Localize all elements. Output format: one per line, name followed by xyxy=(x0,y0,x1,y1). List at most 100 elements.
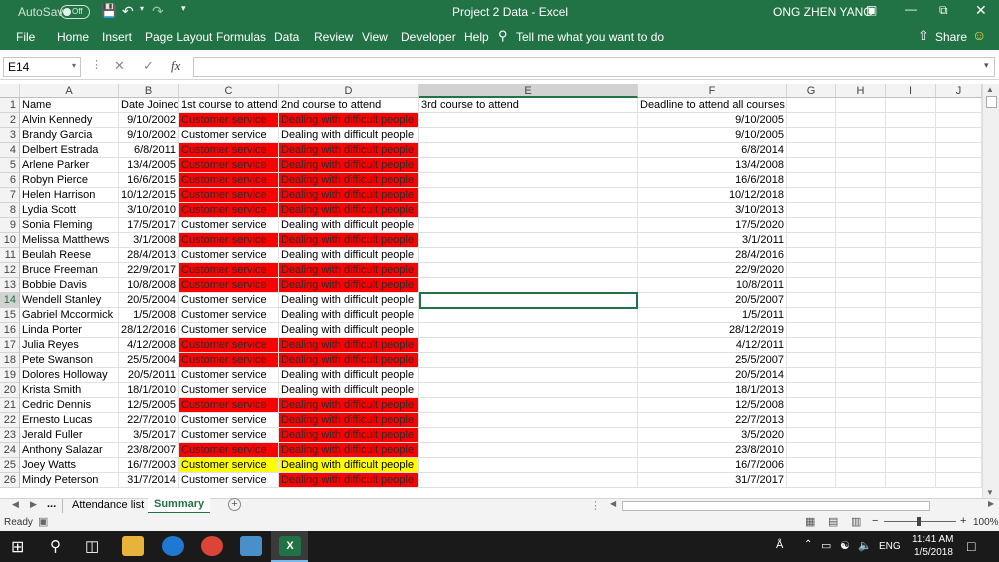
tab-developer[interactable]: Developer xyxy=(401,30,456,44)
cell-C6[interactable]: Customer service xyxy=(179,173,279,188)
cell-E25[interactable] xyxy=(419,458,638,473)
cell-F10[interactable]: 3/1/2011 xyxy=(638,233,787,248)
insert-function-button[interactable]: fx xyxy=(171,58,180,74)
cell-A3[interactable]: Brandy Garcia xyxy=(20,128,119,143)
cell-B4[interactable]: 6/8/2011 xyxy=(119,143,179,158)
cell-J4[interactable] xyxy=(936,143,982,158)
cell-H7[interactable] xyxy=(836,188,886,203)
cell-H22[interactable] xyxy=(836,413,886,428)
clock-time[interactable]: 11:41 AM xyxy=(912,534,954,545)
cell-F18[interactable]: 25/5/2007 xyxy=(638,353,787,368)
row-header-6[interactable]: 6 xyxy=(0,173,20,188)
cell-C14[interactable]: Customer service xyxy=(179,293,279,308)
search-icon[interactable]: ⚲ xyxy=(50,537,61,555)
cell-C25[interactable]: Customer service xyxy=(179,458,279,473)
cell-G14[interactable] xyxy=(787,293,836,308)
cell-A1[interactable]: Name xyxy=(20,98,119,113)
prev-sheet-icon[interactable]: ◀ xyxy=(12,499,19,510)
cell-D4[interactable]: Dealing with difficult people xyxy=(279,143,419,158)
cell-G16[interactable] xyxy=(787,323,836,338)
cell-F17[interactable]: 4/12/2011 xyxy=(638,338,787,353)
cell-F13[interactable]: 10/8/2011 xyxy=(638,278,787,293)
tab-data[interactable]: Data xyxy=(274,30,299,44)
cell-G2[interactable] xyxy=(787,113,836,128)
cell-G15[interactable] xyxy=(787,308,836,323)
row-header-14[interactable]: 14 xyxy=(0,293,20,308)
cell-F12[interactable]: 22/9/2020 xyxy=(638,263,787,278)
excel-taskbar-button[interactable]: X xyxy=(271,531,308,562)
cell-D19[interactable]: Dealing with difficult people xyxy=(279,368,419,383)
cell-F9[interactable]: 17/5/2020 xyxy=(638,218,787,233)
cell-I23[interactable] xyxy=(886,428,936,443)
cell-A5[interactable]: Arlene Parker xyxy=(20,158,119,173)
close-icon[interactable]: ✕ xyxy=(975,2,987,19)
tab-review[interactable]: Review xyxy=(314,30,353,44)
cell-A22[interactable]: Ernesto Lucas xyxy=(20,413,119,428)
cell-I14[interactable] xyxy=(886,293,936,308)
cell-D16[interactable]: Dealing with difficult people xyxy=(279,323,419,338)
cell-E24[interactable] xyxy=(419,443,638,458)
column-header-C[interactable]: C xyxy=(179,84,279,98)
cell-I5[interactable] xyxy=(886,158,936,173)
cell-D20[interactable]: Dealing with difficult people xyxy=(279,383,419,398)
scroll-right-icon[interactable]: ▶ xyxy=(988,499,994,508)
cell-A15[interactable]: Gabriel Mccormick xyxy=(20,308,119,323)
row-header-20[interactable]: 20 xyxy=(0,383,20,398)
cell-B13[interactable]: 10/8/2008 xyxy=(119,278,179,293)
row-header-17[interactable]: 17 xyxy=(0,338,20,353)
ribbon-display-icon[interactable]: ▣ xyxy=(866,3,877,17)
user-name[interactable]: ONG ZHEN YANG xyxy=(773,5,873,19)
cell-I3[interactable] xyxy=(886,128,936,143)
cell-B10[interactable]: 3/1/2008 xyxy=(119,233,179,248)
internet-explorer-icon[interactable] xyxy=(162,536,184,556)
cell-J3[interactable] xyxy=(936,128,982,143)
row-header-1[interactable]: 1 xyxy=(0,98,20,113)
cell-C15[interactable]: Customer service xyxy=(179,308,279,323)
cell-F1[interactable]: Deadline to attend all courses xyxy=(638,98,787,113)
column-header-B[interactable]: B xyxy=(119,84,179,98)
horizontal-scroll-thumb[interactable] xyxy=(622,501,930,511)
language-indicator[interactable]: ENG xyxy=(879,541,901,552)
cell-E22[interactable] xyxy=(419,413,638,428)
feedback-smiley-icon[interactable]: ☺ xyxy=(972,27,986,43)
cell-J23[interactable] xyxy=(936,428,982,443)
column-header-H[interactable]: H xyxy=(836,84,886,98)
cell-C13[interactable]: Customer service xyxy=(179,278,279,293)
row-header-15[interactable]: 15 xyxy=(0,308,20,323)
cell-B22[interactable]: 22/7/2010 xyxy=(119,413,179,428)
zoom-level[interactable]: 100% xyxy=(973,517,999,528)
cell-D15[interactable]: Dealing with difficult people xyxy=(279,308,419,323)
cell-A25[interactable]: Joey Watts xyxy=(20,458,119,473)
row-header-26[interactable]: 26 xyxy=(0,473,20,488)
row-header-10[interactable]: 10 xyxy=(0,233,20,248)
cell-D18[interactable]: Dealing with difficult people xyxy=(279,353,419,368)
cell-G13[interactable] xyxy=(787,278,836,293)
cell-J6[interactable] xyxy=(936,173,982,188)
vertical-scroll-thumb[interactable] xyxy=(986,96,997,108)
cell-C7[interactable]: Customer service xyxy=(179,188,279,203)
cell-I2[interactable] xyxy=(886,113,936,128)
cell-F4[interactable]: 6/8/2014 xyxy=(638,143,787,158)
cell-C2[interactable]: Customer service xyxy=(179,113,279,128)
cell-F7[interactable]: 10/12/2018 xyxy=(638,188,787,203)
cell-F6[interactable]: 16/6/2018 xyxy=(638,173,787,188)
cell-H9[interactable] xyxy=(836,218,886,233)
battery-icon[interactable]: ▭ xyxy=(821,539,831,552)
row-header-25[interactable]: 25 xyxy=(0,458,20,473)
cell-B5[interactable]: 13/4/2005 xyxy=(119,158,179,173)
cell-F19[interactable]: 20/5/2014 xyxy=(638,368,787,383)
cell-E19[interactable] xyxy=(419,368,638,383)
cell-B6[interactable]: 16/6/2015 xyxy=(119,173,179,188)
cell-C4[interactable]: Customer service xyxy=(179,143,279,158)
cell-E1[interactable]: 3rd course to attend xyxy=(419,98,638,113)
zoom-in-icon[interactable]: + xyxy=(960,515,966,527)
cell-I7[interactable] xyxy=(886,188,936,203)
cell-B15[interactable]: 1/5/2008 xyxy=(119,308,179,323)
cell-F5[interactable]: 13/4/2008 xyxy=(638,158,787,173)
cell-G11[interactable] xyxy=(787,248,836,263)
cell-A7[interactable]: Helen Harrison xyxy=(20,188,119,203)
cell-E20[interactable] xyxy=(419,383,638,398)
cell-A4[interactable]: Delbert Estrada xyxy=(20,143,119,158)
cell-C5[interactable]: Customer service xyxy=(179,158,279,173)
windows-start-icon[interactable]: ⊞ xyxy=(11,537,24,557)
